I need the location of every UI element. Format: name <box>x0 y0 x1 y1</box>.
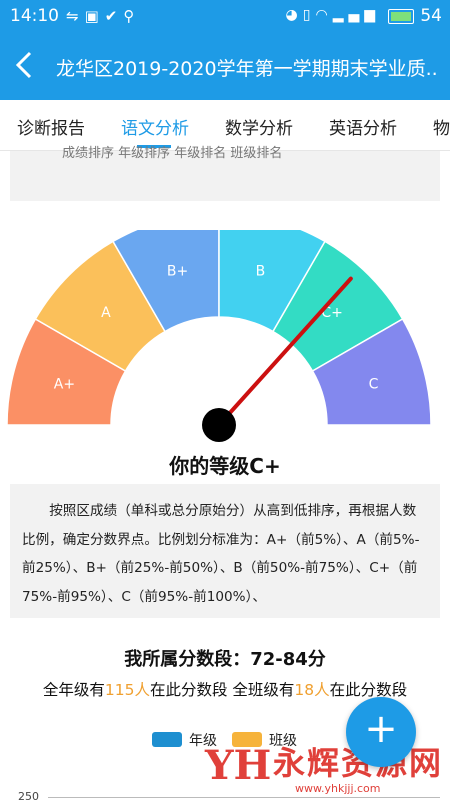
back-arrow-icon[interactable] <box>14 50 34 86</box>
usb-icon: ⇋ <box>66 7 85 25</box>
gauge-label-b: B <box>256 263 266 279</box>
tab-chinese-analysis[interactable]: 语文分析 <box>121 114 189 139</box>
battery-level: 54 <box>420 6 442 26</box>
grade-result: 你的等级C+ <box>169 454 281 478</box>
watermark-url: www.yhkjjj.com <box>295 782 381 795</box>
page-title: 龙华区2019-2020学年第一学期期末学业质.. <box>56 58 438 80</box>
score-segment-title: 我所属分数段：72-84分 <box>124 649 326 670</box>
image-icon: ▣ <box>84 7 105 25</box>
alarm-icon: ◕ <box>285 7 303 23</box>
class-count: 18人 <box>294 681 330 699</box>
legend-swatch-grade <box>152 732 182 747</box>
status-time: 14:10 <box>10 6 59 26</box>
gauge-label-b-plus: B+ <box>167 263 188 279</box>
status-right-icons: ◕▯◠▂▄▆ <box>286 7 380 23</box>
wifi-icon: ◠ <box>315 7 333 23</box>
grade-count: 115人 <box>104 681 150 699</box>
tab-physics-analysis[interactable]: 物 <box>433 114 450 139</box>
add-button[interactable]: + <box>346 697 416 767</box>
tab-english-analysis[interactable]: 英语分析 <box>329 114 397 139</box>
gauge-needle-hub <box>202 408 236 442</box>
gauge-label-c: C <box>369 377 379 393</box>
share-icon: ⚲ <box>123 7 141 25</box>
vibrate-icon: ▯ <box>302 7 316 23</box>
watermark-logo: YH <box>205 742 272 789</box>
gauge-label-a-plus: A+ <box>54 377 75 393</box>
app-bar: 龙华区2019-2020学年第一学期期末学业质.. <box>0 34 450 100</box>
signal-icon: ▂▄▆ <box>332 7 380 23</box>
status-bar: 14:10 ⇋▣✔⚲ ◕▯◠▂▄▆ 54 <box>0 0 450 34</box>
check-icon: ✔ <box>104 7 124 25</box>
previous-section-cut-text: 成绩排序 年级排序 年级排名 班级排名 <box>62 146 283 161</box>
gauge-label-a: A <box>101 305 111 321</box>
grade-description-text: 按照区成绩（单科或总分原始分）从高到低排序，再根据人数比例，确定分数界点。比例划… <box>22 503 420 605</box>
previous-section-panel: 成绩排序 年级排序 年级排名 班级排名 <box>10 146 440 201</box>
grade-description: 按照区成绩（单科或总分原始分）从高到低排序，再根据人数比例，确定分数界点。比例划… <box>10 484 440 618</box>
status-left-icons: ⇋▣✔⚲ <box>66 7 140 25</box>
tab-math-analysis[interactable]: 数学分析 <box>225 114 293 139</box>
y-axis-tick: 250 <box>18 790 39 803</box>
grade-gauge: A+AB+ BC+C <box>6 230 432 442</box>
tab-diagnosis-report[interactable]: 诊断报告 <box>17 114 85 139</box>
battery-icon <box>388 9 414 24</box>
